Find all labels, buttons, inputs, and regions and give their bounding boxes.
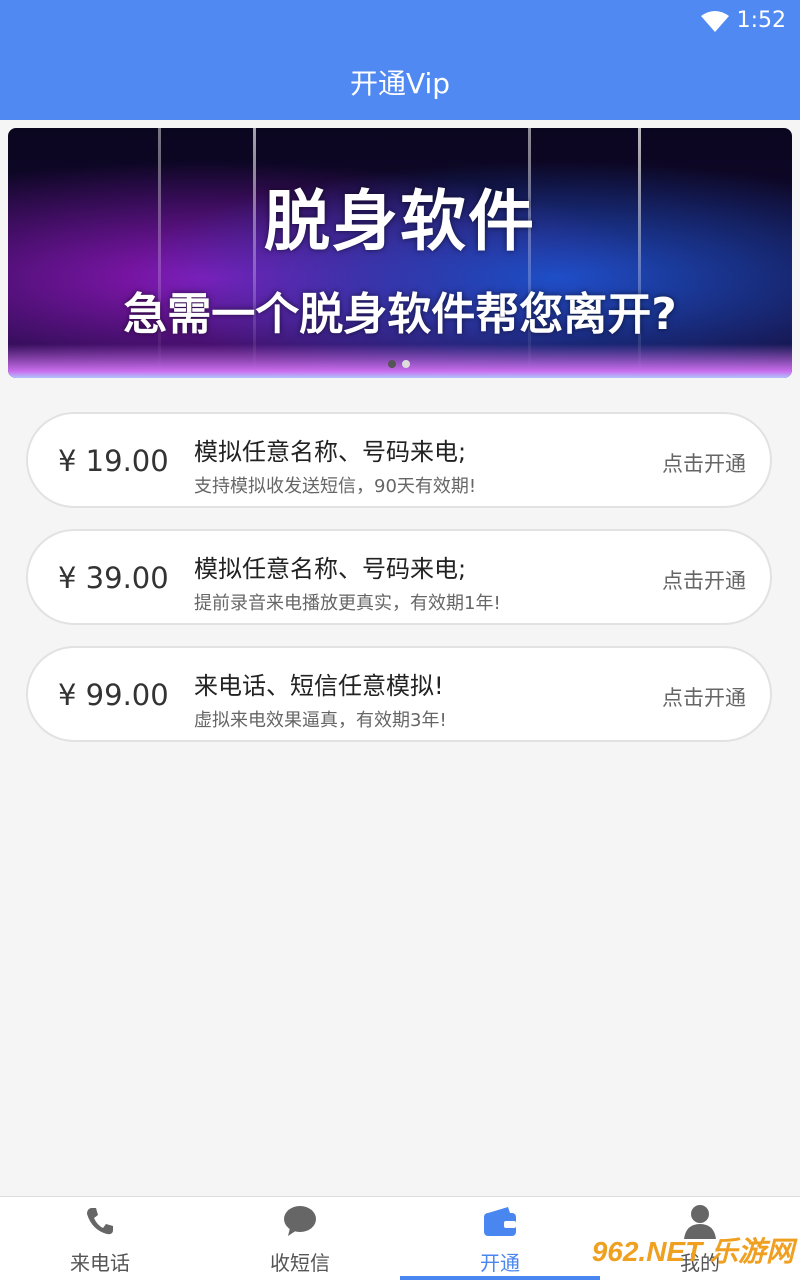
plan-description: 虚拟来电效果逼真，有效期3年! [194,710,447,731]
app-header: 1:52 开通Vip [0,0,800,120]
plan-price: ¥ 19.00 [58,444,169,478]
plan-card-2[interactable]: ¥ 39.00 模拟任意名称、号码来电; 提前录音来电播放更真实，有效期1年! … [26,529,772,625]
tab-label: 收短信 [270,1251,330,1275]
tab-messages[interactable]: 收短信 [200,1197,400,1281]
active-tab-indicator [400,1276,600,1280]
banner-subtitle: 急需一个脱身软件帮您离开? [123,289,677,340]
activate-button[interactable]: 点击开通 [662,565,746,595]
wallet-icon [484,1207,516,1236]
banner-title: 脱身软件 [264,183,536,260]
tab-calls[interactable]: 来电话 [0,1197,200,1281]
banner-pager [388,360,410,368]
page-title: 开通Vip [349,67,451,100]
plan-title: 模拟任意名称、号码来电; [194,555,467,583]
tab-vip[interactable]: 开通 [400,1197,600,1281]
plan-description: 支持模拟收发送短信，90天有效期! [194,476,477,497]
plan-price: ¥ 39.00 [58,561,169,595]
wifi-icon [701,11,729,32]
plan-title: 模拟任意名称、号码来电; [194,438,467,466]
promo-banner[interactable]: 脱身软件 急需一个脱身软件帮您离开? [8,128,792,378]
tab-label: 来电话 [70,1251,130,1275]
plan-price: ¥ 99.00 [58,678,169,712]
status-time: 1:52 [736,8,786,33]
phone-icon [87,1208,113,1235]
tab-label: 开通 [480,1251,520,1275]
plan-title: 来电话、短信任意模拟! [194,672,444,700]
activate-button[interactable]: 点击开通 [662,682,746,712]
pager-dot [402,360,410,368]
chat-bubble-icon [284,1206,316,1236]
watermark: 962.NET 乐游网 [591,1236,794,1267]
plan-card-1[interactable]: ¥ 19.00 模拟任意名称、号码来电; 支持模拟收发送短信，90天有效期! 点… [26,412,772,508]
pager-dot-active [388,360,396,368]
plan-card-3[interactable]: ¥ 99.00 来电话、短信任意模拟! 虚拟来电效果逼真，有效期3年! 点击开通 [26,646,772,742]
plan-description: 提前录音来电播放更真实，有效期1年! [194,593,501,614]
activate-button[interactable]: 点击开通 [662,448,746,478]
